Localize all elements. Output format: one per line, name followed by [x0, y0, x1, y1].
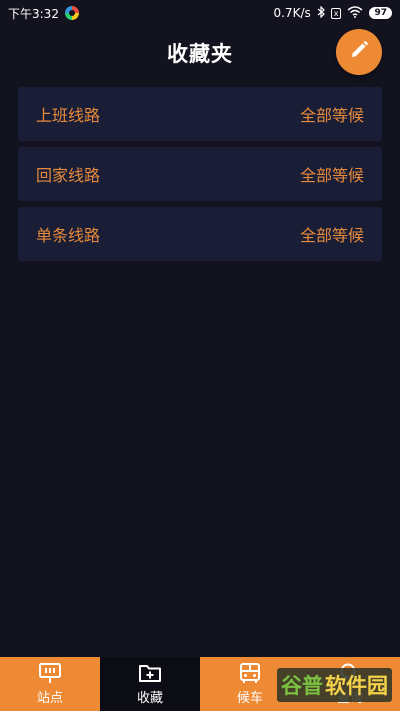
nav-item-favorites[interactable]: 收藏: [100, 657, 200, 711]
app-notification-icon: [64, 6, 79, 20]
route-name: 上班线路: [36, 106, 101, 125]
nav-label: 站点: [36, 691, 63, 706]
nav-label: 收藏: [136, 691, 163, 706]
status-left: 下午3:32: [8, 5, 79, 22]
wifi-icon: [347, 5, 363, 21]
bus-icon: [238, 662, 262, 684]
folder-plus-icon: [138, 662, 162, 684]
watermark-part1: 谷普: [281, 674, 323, 698]
page-title: 收藏夹: [167, 42, 233, 66]
nav-item-station[interactable]: 站点: [0, 657, 100, 711]
battery-indicator: 97: [369, 7, 392, 19]
route-name: 单条线路: [36, 226, 101, 245]
route-item-home[interactable]: 回家线路 全部等候: [18, 147, 382, 201]
edit-button[interactable]: [336, 29, 382, 75]
route-name: 回家线路: [36, 166, 101, 185]
status-time: 下午3:32: [8, 6, 59, 21]
route-action[interactable]: 全部等候: [300, 102, 364, 126]
favorite-route-list: 上班线路 全部等候 回家线路 全部等候 单条线路 全部等候: [18, 87, 382, 267]
network-speed: 0.7K/s: [273, 6, 311, 20]
bluetooth-icon: [317, 5, 325, 21]
box-status-icon: x: [330, 7, 342, 19]
route-action[interactable]: 全部等候: [300, 162, 364, 186]
pencil-icon: [349, 40, 369, 64]
watermark-part2: 软件园: [325, 674, 388, 698]
watermark-logo: 谷普 软件园: [277, 668, 392, 702]
station-board-icon: [38, 662, 62, 684]
status-bar: 下午3:32 0.7K/s x 97: [0, 0, 400, 26]
route-item-commute[interactable]: 上班线路 全部等候: [18, 87, 382, 141]
route-action[interactable]: 全部等候: [300, 222, 364, 246]
status-right: 0.7K/s x 97: [273, 5, 392, 21]
nav-label: 候车: [236, 691, 263, 706]
route-item-single[interactable]: 单条线路 全部等候: [18, 207, 382, 261]
header: 收藏夹: [0, 26, 400, 80]
